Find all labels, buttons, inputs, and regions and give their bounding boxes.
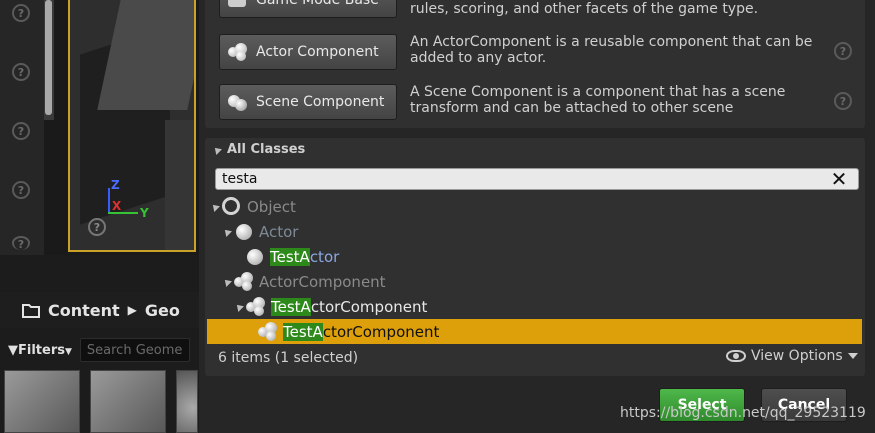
search-match-highlight: TestA — [283, 322, 323, 341]
asset-search-input[interactable]: Search Geome — [79, 338, 190, 362]
asset-thumbnail[interactable] — [4, 370, 80, 433]
breadcrumb-content[interactable]: Content — [48, 301, 120, 320]
tree-row-label: Actor — [259, 222, 299, 241]
actor-component-button[interactable]: Actor Component — [219, 34, 397, 70]
breadcrumb: Content ▶ Geo — [0, 292, 200, 328]
filter-icon: ▼ — [8, 342, 18, 358]
tree-row-actor[interactable]: Actor — [207, 219, 862, 244]
expand-arrow-icon[interactable] — [222, 276, 232, 287]
actor-component-icon — [228, 43, 248, 61]
class-description: An ActorComponent is a reusable componen… — [410, 34, 813, 66]
tree-row-label: Object — [247, 197, 296, 216]
class-description: rules, scoring, and other facets of the … — [410, 1, 759, 17]
actor-icon — [245, 247, 265, 267]
expand-arrow-icon[interactable] — [210, 201, 220, 212]
help-icon[interactable]: ? — [834, 92, 852, 110]
clear-search-icon[interactable]: ✕ — [830, 169, 848, 189]
chevron-right-icon: ▶ — [127, 303, 137, 317]
watermark-text: https://blog.csdn.net/qq_29523119 — [620, 405, 866, 421]
tree-row-label: ActorComponent — [259, 272, 386, 291]
help-icon[interactable]: ? — [12, 122, 30, 140]
help-icon[interactable]: ? — [834, 42, 852, 60]
breadcrumb-geometry[interactable]: Geo — [145, 301, 180, 320]
filters-button[interactable]: ▼Filters▼ — [8, 343, 72, 358]
chevron-down-icon: ▼ — [64, 346, 72, 357]
asset-thumbnail[interactable] — [90, 370, 166, 433]
level-viewport[interactable]: ? — [68, 0, 196, 252]
tree-row-object[interactable]: Object — [207, 194, 862, 219]
game-mode-base-button[interactable]: Game Mode Base — [219, 0, 397, 18]
scene-component-button[interactable]: Scene Component — [219, 84, 397, 120]
view-options-label: View Options — [751, 348, 843, 364]
axis-z-line — [108, 188, 110, 214]
object-icon — [222, 196, 242, 217]
tree-row-actorcomponent[interactable]: ActorComponent — [207, 269, 862, 294]
game-mode-icon — [228, 0, 248, 9]
actor-component-icon — [234, 271, 254, 292]
tree-row-label: ctorComponent — [310, 297, 428, 316]
tree-row-testactorcomponent[interactable]: TestA ctorComponent — [207, 294, 862, 319]
class-button-label: Actor Component — [256, 44, 379, 60]
collapse-arrow-icon — [212, 144, 222, 155]
view-options-button[interactable]: View Options — [726, 348, 858, 364]
expand-arrow-icon[interactable] — [222, 226, 232, 237]
help-icon[interactable]: ? — [12, 236, 30, 251]
eye-icon — [726, 350, 746, 362]
help-icon[interactable]: ? — [12, 63, 30, 81]
search-match-highlight: TestA — [271, 297, 311, 316]
scene-component-icon — [228, 93, 248, 111]
help-icon[interactable]: ? — [12, 181, 30, 199]
help-icon[interactable]: ? — [88, 218, 106, 236]
item-count-status: 6 items (1 selected) — [218, 350, 359, 366]
scrollbar-thumb[interactable] — [45, 0, 52, 115]
filters-label: Filters — [18, 342, 65, 358]
filter-bar: ▼Filters▼ Search Geome — [0, 336, 200, 364]
cube-side-face — [165, 120, 194, 250]
help-icon[interactable]: ? — [12, 4, 30, 22]
tree-row-testactor[interactable]: TestA ctor — [207, 244, 862, 269]
axis-z-label: Z — [111, 178, 120, 192]
tree-row-label: ctor — [309, 247, 340, 266]
class-button-label: Game Mode Base — [256, 0, 379, 8]
class-button-label: Scene Component — [256, 94, 385, 110]
folder-icon — [22, 304, 40, 318]
tree-row-label: ctorComponent — [322, 322, 440, 341]
actor-icon — [234, 222, 254, 242]
axis-x-label: X — [112, 199, 122, 213]
search-match-highlight: TestA — [270, 247, 310, 266]
asset-thumbnail[interactable] — [176, 370, 198, 433]
axis-y-label: Y — [140, 206, 149, 220]
all-classes-header[interactable]: All Classes — [212, 142, 306, 157]
class-description: A Scene Component is a component that ha… — [410, 84, 786, 116]
class-search-input[interactable]: testa — [215, 168, 859, 190]
expand-arrow-icon[interactable] — [234, 301, 244, 312]
actor-component-icon — [258, 321, 278, 342]
details-strip: ? ? ? ? ? — [0, 0, 44, 255]
all-classes-title: All Classes — [227, 142, 306, 157]
actor-component-icon — [246, 296, 266, 317]
tree-row-selected-testactorcomponent[interactable]: TestA ctorComponent — [207, 319, 862, 344]
chevron-down-icon — [847, 353, 858, 359]
